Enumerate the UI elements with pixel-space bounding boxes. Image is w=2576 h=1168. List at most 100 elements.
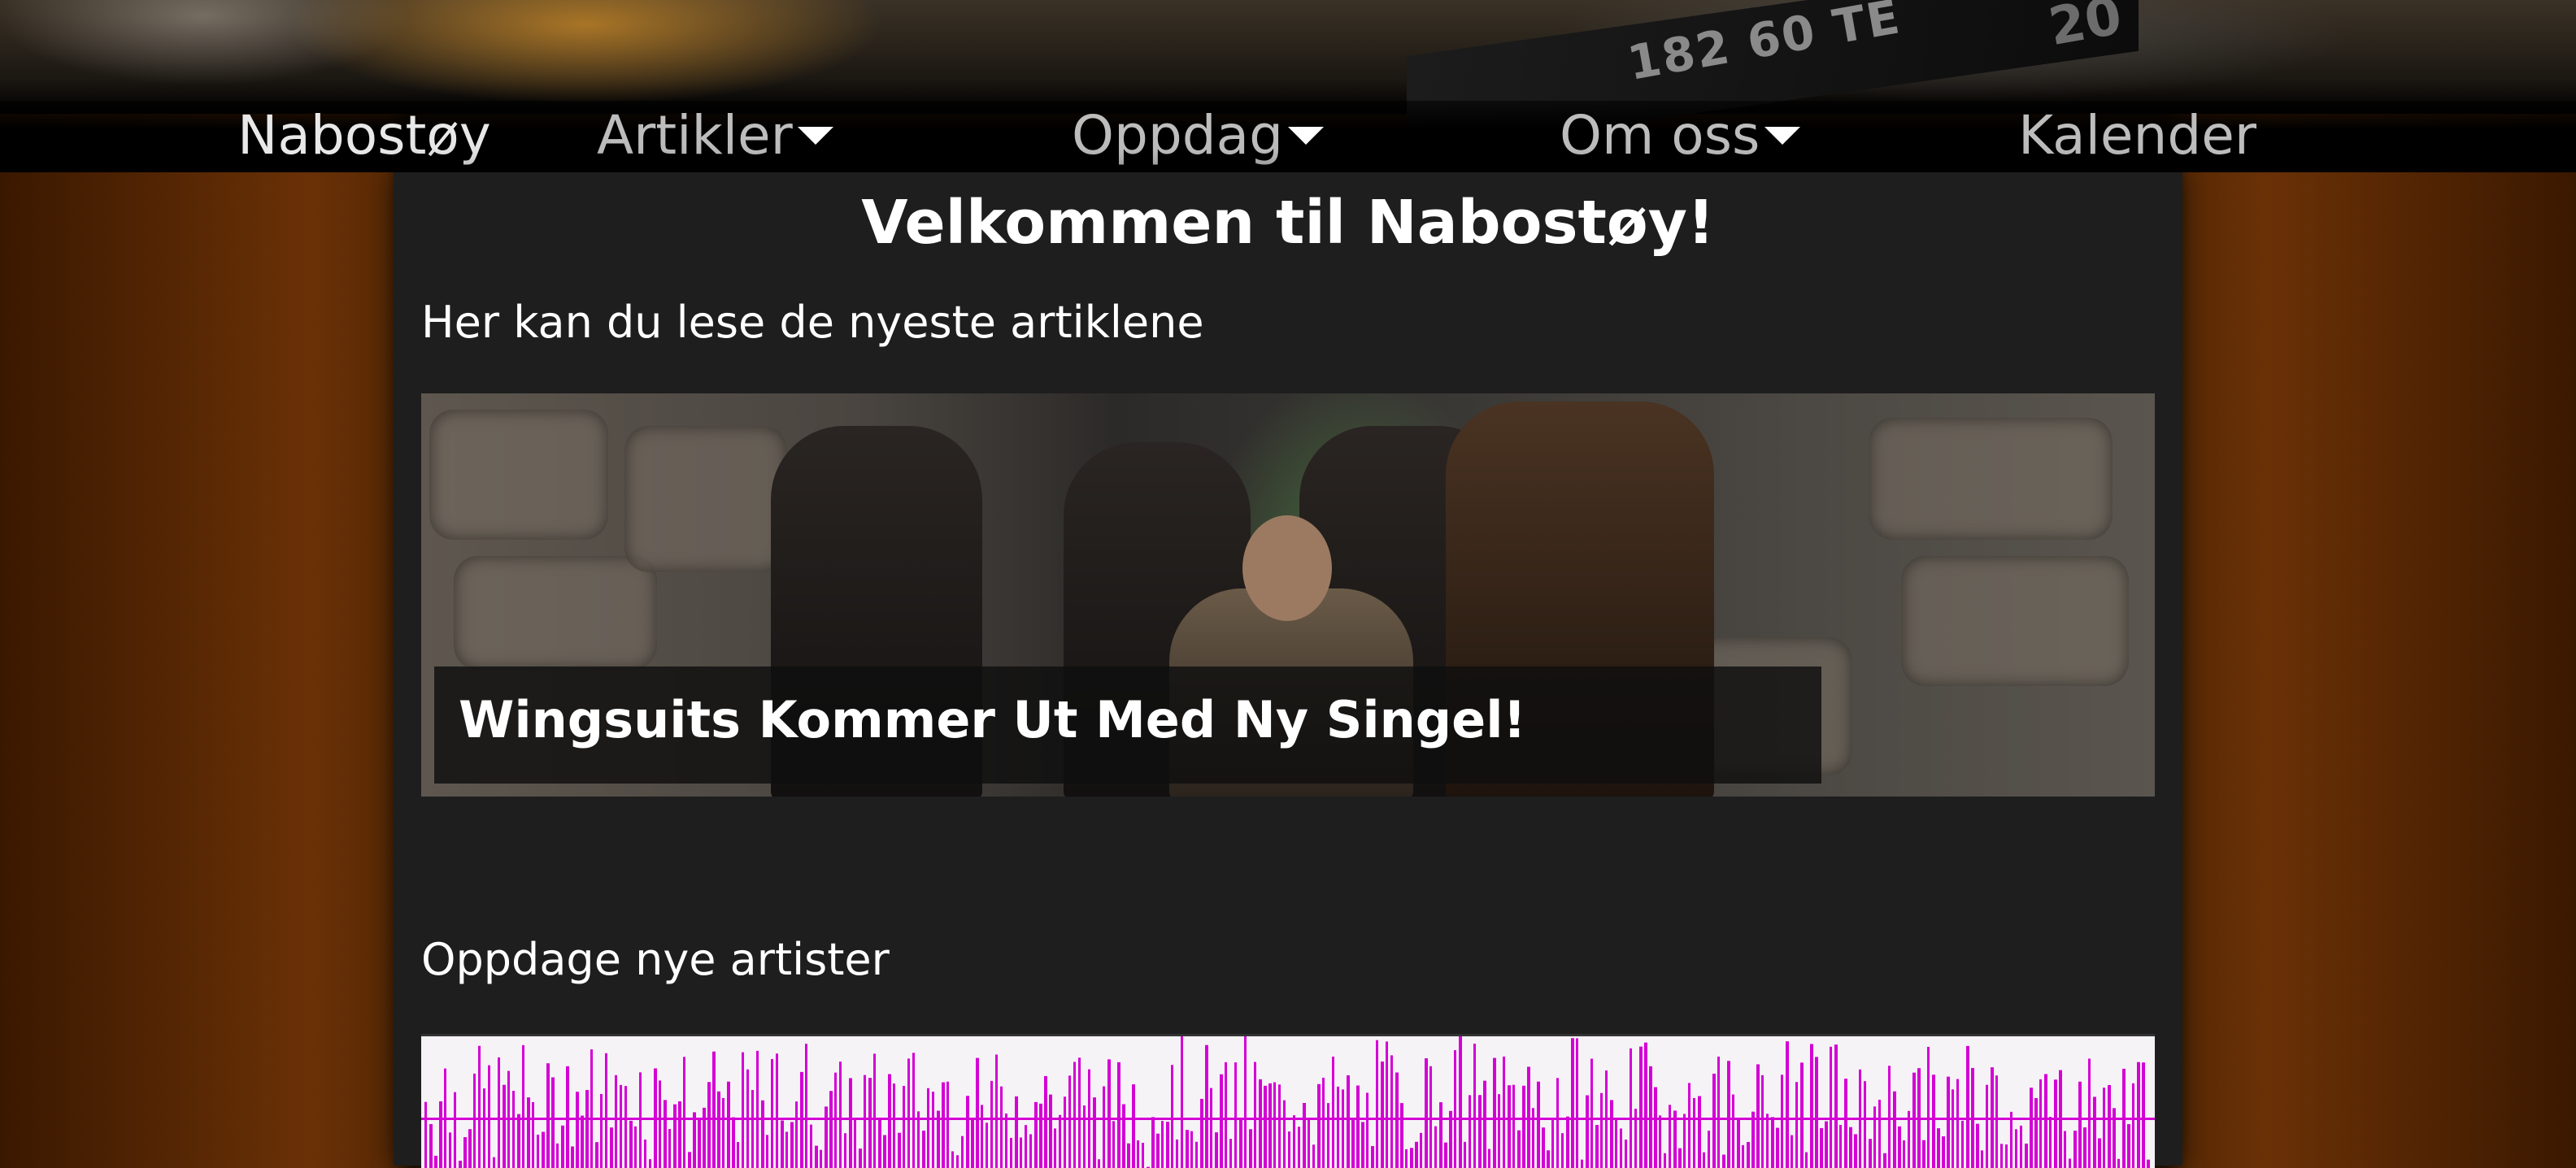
waveform-bar [1786, 1041, 1789, 1168]
waveform-bar [703, 1107, 706, 1168]
waveform-bar [1673, 1110, 1677, 1168]
waveform-bar [2015, 1129, 2017, 1168]
waveform-bar [1586, 1095, 1589, 1168]
waveform-bar [649, 1159, 651, 1168]
featured-article-title[interactable]: Wingsuits Kommer Ut Med Ny Singel! [459, 688, 1526, 753]
waveform-bar [542, 1131, 545, 1168]
waveform-bar [1293, 1115, 1295, 1168]
waveform-bar [1493, 1057, 1496, 1168]
waveform-bar [673, 1104, 677, 1168]
waveform-bar [1020, 1137, 1022, 1168]
nav-item-om-oss[interactable]: Om oss [1560, 107, 1801, 164]
waveform-bar [1527, 1066, 1530, 1168]
waveform-bar [1859, 1069, 1861, 1168]
waveform-bar [1425, 1058, 1428, 1168]
waveform-bar [800, 1071, 803, 1168]
waveform-bar [1400, 1103, 1403, 1168]
waveform-bar [1122, 1104, 1125, 1168]
waveform-bar [429, 1124, 433, 1168]
waveform-bar [1347, 1075, 1350, 1168]
waveform-bar [2064, 1131, 2066, 1168]
waveform-bar [1834, 1044, 1838, 1168]
waveform-bar [1630, 1048, 1632, 1168]
waveform-bar [878, 1118, 881, 1168]
waveform-bar [995, 1054, 998, 1168]
waveform-bar [556, 1143, 559, 1168]
waveform-bar [1156, 1133, 1160, 1168]
waveform-bar [873, 1053, 876, 1168]
waveform-bar [2108, 1084, 2111, 1168]
nav-item-oppdag[interactable]: Oppdag [1072, 107, 1324, 164]
waveform-graphic [421, 1036, 2155, 1168]
waveform-bar [1639, 1046, 1643, 1168]
waveform-bar [1415, 1141, 1418, 1168]
waveform-bar [2083, 1127, 2086, 1168]
nav-item-artikler[interactable]: Artikler [597, 107, 833, 164]
featured-article-card[interactable]: Wingsuits Kommer Ut Med Ny Singel! [421, 393, 2155, 797]
nav-item-label: Artikler [597, 104, 793, 167]
waveform-bar [1254, 1062, 1256, 1168]
waveform-bar [634, 1126, 637, 1168]
waveform-bar [1805, 1152, 1808, 1168]
waveform-bar [459, 1161, 462, 1168]
waveform-bar [1927, 1046, 1930, 1168]
stone-block [429, 410, 608, 540]
waveform-bar [1337, 1086, 1339, 1168]
stone-block [624, 426, 787, 572]
waveform-bar [1064, 1096, 1066, 1168]
audio-waveform-image[interactable] [421, 1034, 2155, 1168]
waveform-bar [834, 1072, 837, 1168]
waveform-bar [1888, 1066, 1891, 1168]
waveform-bar [1883, 1153, 1886, 1168]
nav-item-kalender[interactable]: Kalender [2018, 107, 2256, 164]
waveform-bar [1595, 1125, 1599, 1168]
waveform-bar [854, 1118, 856, 1168]
waveform-bar [917, 1111, 920, 1168]
waveform-bar [1908, 1110, 1910, 1168]
waveform-bar [1551, 1119, 1554, 1168]
waveform-bar [829, 1091, 833, 1168]
nav-brand-link[interactable]: Nabostøy [237, 107, 491, 164]
waveform-bar [483, 1088, 485, 1168]
waveform-bar [1605, 1070, 1608, 1168]
waveform-bar [1532, 1108, 1534, 1168]
waveform-bar [610, 1127, 613, 1168]
waveform-bar [1195, 1141, 1198, 1168]
waveform-bar [1303, 1102, 1306, 1168]
waveform-bar [566, 1066, 569, 1168]
waveform-bar [551, 1077, 555, 1168]
waveform-bar [1966, 1045, 1969, 1168]
waveform-bar [595, 1142, 598, 1168]
waveform-bar [849, 1078, 852, 1168]
waveform-bar [1703, 1152, 1705, 1168]
waveform-bar [1517, 1130, 1521, 1168]
chevron-down-icon [797, 126, 833, 145]
waveform-bar [1839, 1125, 1842, 1168]
waveform-bar [1371, 1146, 1374, 1168]
waveform-bar [1849, 1127, 1852, 1168]
waveform-bar [1995, 1075, 1998, 1168]
waveform-bar [1459, 1036, 1462, 1168]
waveform-bar [537, 1134, 539, 1168]
waveform-bar [454, 1092, 456, 1168]
waveform-bar [1381, 1062, 1384, 1168]
waveform-bar [503, 1084, 506, 1168]
waveform-bar [898, 1132, 901, 1168]
waveform-bar [1947, 1076, 1950, 1168]
waveform-bar [1649, 1066, 1652, 1168]
waveform-bar [1098, 1159, 1100, 1168]
waveform-bar [1937, 1128, 1940, 1168]
waveform-bar [1268, 1083, 1272, 1168]
waveform-bar [1390, 1055, 1393, 1168]
waveform-bar [1249, 1129, 1252, 1168]
stone-block [1869, 418, 2113, 540]
waveform-bar [976, 1057, 979, 1168]
waveform-bar [1986, 1084, 1988, 1168]
waveform-bar [756, 1050, 759, 1168]
waveform-bar [2098, 1138, 2101, 1168]
waveform-bar [1054, 1128, 1056, 1168]
waveform-bar [1308, 1118, 1310, 1168]
waveform-bar [576, 1092, 579, 1168]
waveform-bar [1215, 1132, 1218, 1168]
waveform-bar [522, 1044, 524, 1168]
